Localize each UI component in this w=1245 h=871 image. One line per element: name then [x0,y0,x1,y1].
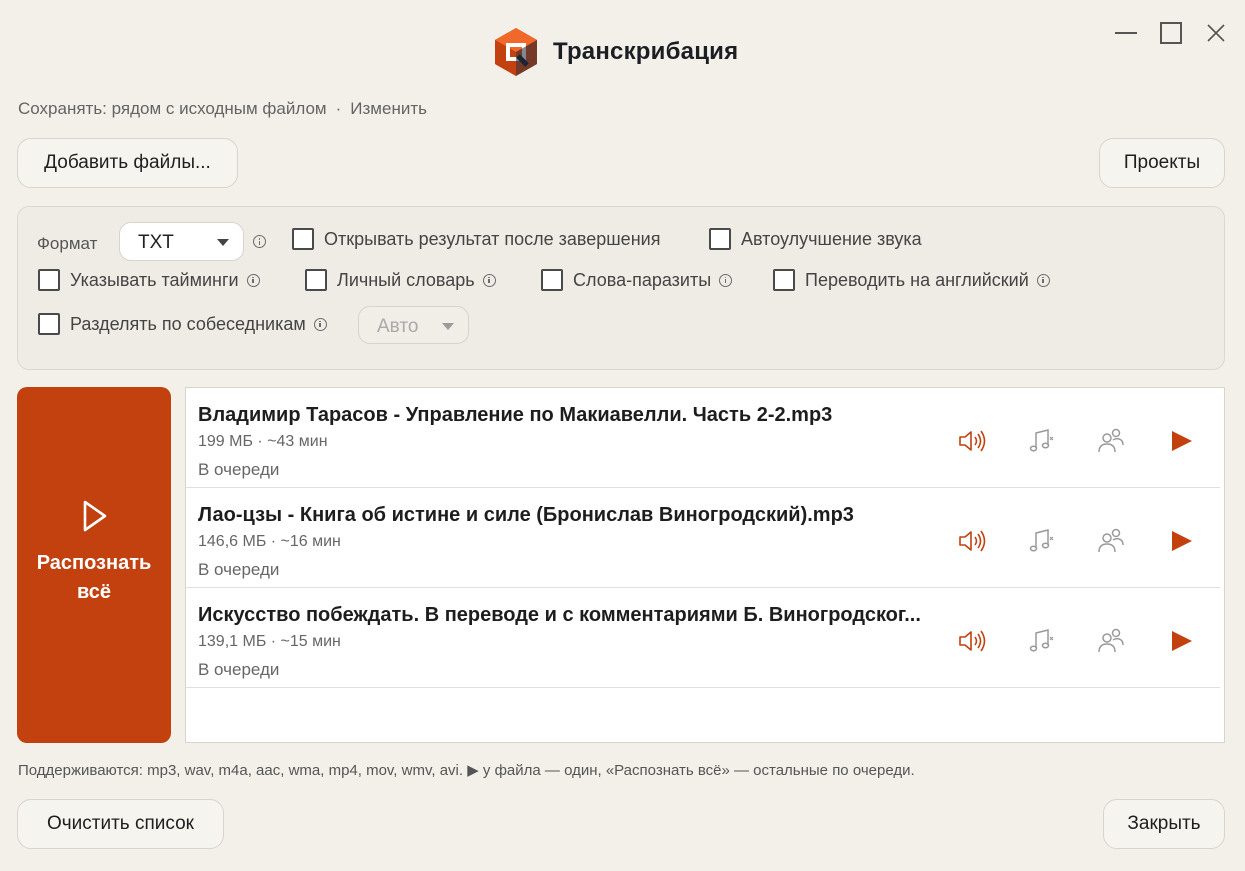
minimize-button[interactable] [1112,20,1140,48]
open-result-label: Открывать результат после завершения [324,228,661,249]
run-all-text: Распознать всё [36,552,152,603]
speaker-icon [959,630,986,652]
format-select[interactable]: TXT [119,222,244,261]
speaker-icon [959,530,986,552]
dictionary-info-icon[interactable] [482,273,496,287]
play-icon [1172,531,1192,551]
timings-label: Указывать тайминги [70,269,239,290]
speakers-checkbox[interactable]: Разделять по собеседникам [38,313,327,335]
options-panel: Формат TXT Открывать результат после зав… [17,206,1225,370]
auto-enhance-checkbox[interactable]: Автоулучшение звука [709,228,922,250]
title-bar: Транскрибация [0,0,1245,90]
app-logo-icon [493,27,539,77]
file-name: Искусство побеждать. В переводе и с комм… [198,604,921,626]
fillers-label: Слова-паразиты [573,269,712,290]
speakers-button[interactable] [1096,626,1126,656]
checkbox-box[interactable] [541,269,563,291]
maximize-button[interactable] [1157,20,1185,48]
audio-enhance-button[interactable] [956,526,986,556]
change-save-location-link[interactable]: Изменить [350,99,427,118]
play-icon [1172,431,1192,451]
checkbox-box[interactable] [292,228,314,250]
translate-en-checkbox[interactable]: Переводить на английский [773,269,1050,291]
separator: · [335,99,342,118]
close-window-button[interactable] [1202,20,1230,48]
music-note-icon [1029,629,1054,652]
speakers-info-icon[interactable] [313,317,327,331]
file-status: В очереди [198,460,280,479]
clear-list-button[interactable]: Очистить список [17,799,224,849]
file-name: Владимир Тарасов - Управление по Макиаве… [198,404,833,426]
speakers-button[interactable] [1096,426,1126,456]
projects-button[interactable]: Проекты [1099,138,1225,188]
file-name: Лао-цзы - Книга об истине и силе (Бронис… [198,504,854,526]
file-row: Искусство побеждать. В переводе и с комм… [186,588,1220,688]
format-info-icon[interactable] [253,235,266,248]
speakers-select-value: Авто [377,316,419,337]
audio-enhance-button[interactable] [956,626,986,656]
file-meta: 146,6 МБ · ~16 мин [198,533,341,550]
file-row: Лао-цзы - Книга об истине и силе (Бронис… [186,488,1220,588]
translate-en-info-icon[interactable] [1036,273,1050,287]
checkbox-box[interactable] [709,228,731,250]
window-title: Транскрибация [553,38,739,65]
auto-enhance-label: Автоулучшение звука [741,228,922,249]
file-list: Владимир Тарасов - Управление по Макиаве… [185,387,1225,743]
close-button[interactable]: Закрыть [1103,799,1225,849]
file-row: Владимир Тарасов - Управление по Макиаве… [186,388,1220,488]
run-all-label: Распознать всё [17,549,171,607]
speaker-icon [959,430,986,452]
music-note-icon [1029,429,1054,452]
timings-info-icon[interactable] [246,273,260,287]
file-meta: 199 МБ · ~43 мин [198,433,328,450]
file-status: В очереди [198,660,280,679]
fillers-info-icon[interactable] [719,273,733,287]
music-separation-button[interactable] [1026,626,1056,656]
speakers-select[interactable]: Авто [358,306,469,344]
minimize-icon [1115,32,1137,34]
users-icon [1098,628,1124,653]
play-file-button[interactable] [1166,626,1196,656]
play-outline-icon [83,500,107,532]
timings-checkbox[interactable]: Указывать тайминги [38,269,260,291]
dictionary-checkbox[interactable]: Личный словарь [305,269,496,291]
chevron-down-icon [442,323,454,330]
chevron-down-icon [217,239,229,246]
dictionary-label: Личный словарь [337,269,475,290]
file-meta: 139,1 МБ · ~15 мин [198,633,341,650]
save-location-label: Сохранять: рядом с исходным файлом [18,99,327,118]
users-icon [1098,528,1124,553]
play-file-button[interactable] [1166,426,1196,456]
play-file-button[interactable] [1166,526,1196,556]
audio-enhance-button[interactable] [956,426,986,456]
checkbox-box[interactable] [38,269,60,291]
speakers-label: Разделять по собеседникам [70,313,306,334]
open-result-checkbox[interactable]: Открывать результат после завершения [292,228,660,250]
supported-formats-note: Поддерживаются: mp3, wav, m4a, aac, wma,… [18,762,915,779]
format-label: Формат [37,234,98,253]
music-separation-button[interactable] [1026,426,1056,456]
add-files-button[interactable]: Добавить файлы... [17,138,238,188]
fillers-checkbox[interactable]: Слова-паразиты [541,269,733,291]
users-icon [1098,428,1124,453]
checkbox-box[interactable] [305,269,327,291]
music-note-icon [1029,529,1054,552]
run-all-button[interactable]: Распознать всё [17,387,171,743]
file-status: В очереди [198,560,280,579]
checkbox-box[interactable] [773,269,795,291]
play-icon [1172,631,1192,651]
checkbox-box[interactable] [38,313,60,335]
close-icon [1207,24,1225,42]
format-select-value: TXT [138,232,174,253]
translate-en-label: Переводить на английский [805,269,1029,290]
maximize-icon [1160,22,1182,44]
save-location: Сохранять: рядом с исходным файлом · Измен… [18,99,427,119]
speakers-button[interactable] [1096,526,1126,556]
music-separation-button[interactable] [1026,526,1056,556]
transcription-window: Транскрибация Сохранять: рядом с исходны… [0,0,1245,871]
